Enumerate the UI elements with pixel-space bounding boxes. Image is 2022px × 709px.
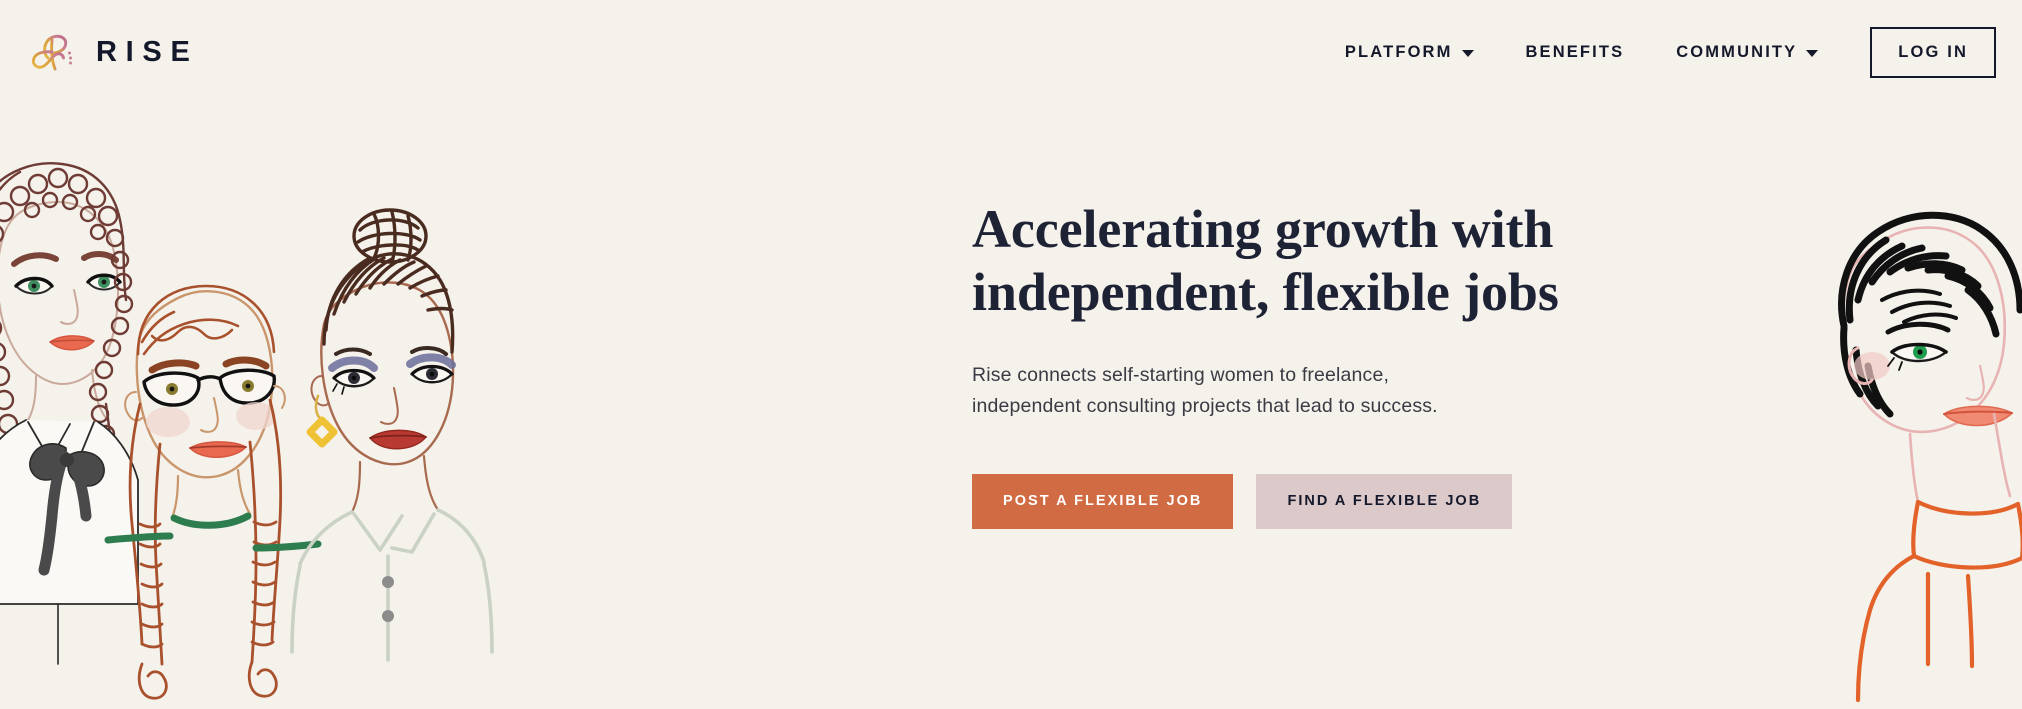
nav-item-benefits-label: BENEFITS: [1525, 42, 1625, 61]
hero-subcopy: Rise connects self-starting women to fre…: [972, 364, 1438, 417]
nav-item-community-label: COMMUNITY: [1676, 42, 1798, 61]
find-a-flexible-job-button[interactable]: FIND A FLEXIBLE JOB: [1256, 473, 1513, 529]
nav-item-platform[interactable]: PLATFORM: [1345, 33, 1474, 72]
brand-name: RISE: [96, 35, 199, 68]
nav-item-platform-label: PLATFORM: [1344, 42, 1453, 61]
hero-cta-row: POST A FLEXIBLE JOB FIND A FLEXIBLE JOB: [972, 473, 1672, 529]
post-a-flexible-job-button[interactable]: POST A FLEXIBLE JOB: [972, 473, 1234, 529]
nav-item-community[interactable]: COMMUNITY: [1676, 33, 1819, 72]
nav-item-benefits[interactable]: BENEFITS: [1526, 33, 1625, 72]
brand-logo[interactable]: RISE: [22, 24, 199, 80]
landing-page: RISE PLATFORM BENEFITS COMMUNITY LOG IN: [0, 0, 2022, 709]
hero-illustration-left: [0, 104, 608, 709]
chevron-down-icon: [1806, 49, 1819, 57]
page-title: Accelerating growth with independent, fl…: [972, 199, 1559, 323]
rise-script-r-logo-icon: [22, 24, 78, 80]
main-navigation: PLATFORM BENEFITS COMMUNITY LOG IN: [1345, 26, 2022, 78]
hero-content: Accelerating growth with independent, fl…: [972, 198, 1672, 529]
login-button[interactable]: LOG IN: [1870, 26, 1996, 78]
hero-illustration-right: [1732, 104, 2022, 709]
site-header: RISE PLATFORM BENEFITS COMMUNITY LOG IN: [0, 0, 2022, 104]
chevron-down-icon: [1461, 49, 1474, 57]
